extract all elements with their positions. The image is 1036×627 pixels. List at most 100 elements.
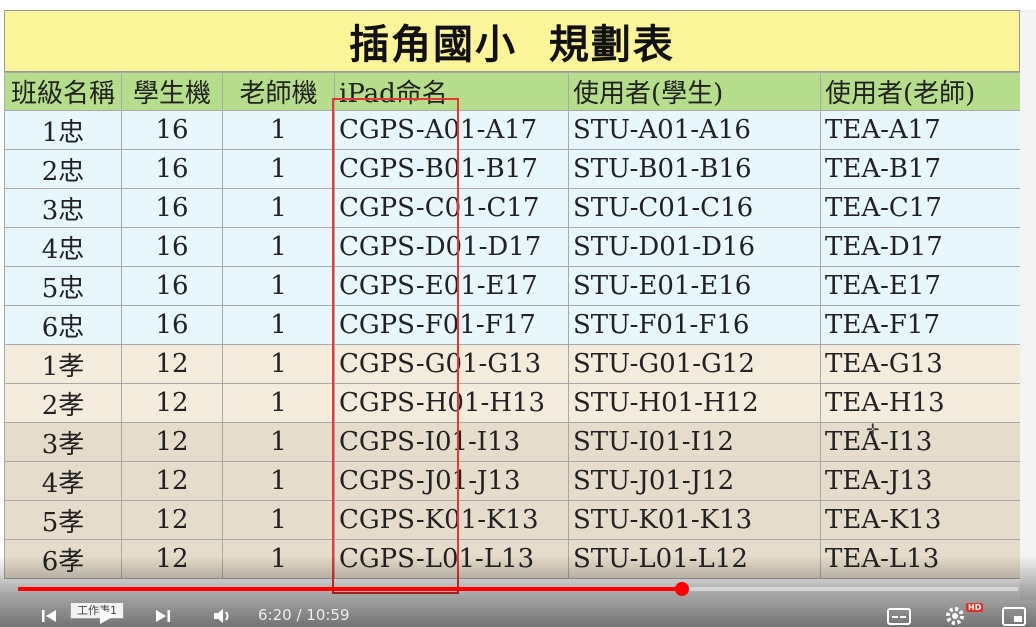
cell-class-name[interactable]: 5孝 [4, 500, 122, 540]
header-teacher-devices[interactable]: 老師機 [222, 72, 335, 111]
next-icon [156, 609, 170, 622]
cell-student-devices[interactable]: 16 [121, 266, 223, 306]
play-button[interactable] [92, 604, 120, 627]
cell-teacher-devices[interactable]: 1 [222, 383, 335, 423]
table-row: 5孝 12 1 CGPS-K01-K13 STU-K01-K13 TEA-K13 [4, 500, 1021, 540]
settings-icon [946, 606, 964, 625]
cell-teacher-devices[interactable]: 1 [222, 305, 335, 345]
cell-teacher-devices[interactable]: 1 [222, 110, 335, 150]
player-controls [0, 604, 1036, 627]
cell-teacher-devices[interactable]: 1 [222, 461, 335, 501]
header-ipad-naming[interactable]: iPad命名 [334, 72, 569, 111]
cell-student-devices[interactable]: 12 [121, 500, 223, 540]
cell-student-user[interactable]: STU-B01-B16 [568, 149, 821, 189]
cell-student-user[interactable]: STU-G01-G12 [568, 344, 821, 384]
cell-student-user[interactable]: STU-J01-J12 [568, 461, 821, 501]
cell-student-devices[interactable]: 16 [121, 227, 223, 267]
volume-icon [214, 608, 229, 623]
cell-teacher-devices[interactable]: 1 [222, 500, 335, 540]
cell-student-devices[interactable]: 12 [121, 383, 223, 423]
cell-teacher-devices[interactable]: 1 [222, 149, 335, 189]
cell-class-name[interactable]: 3孝 [4, 422, 122, 462]
cell-student-user[interactable]: STU-A01-A16 [568, 110, 821, 150]
cell-teacher-user[interactable]: TEA-B17 [820, 149, 1021, 189]
cell-student-devices[interactable]: 16 [121, 110, 223, 150]
previous-button[interactable] [36, 604, 62, 627]
cell-ipad-naming[interactable]: CGPS-J01-J13 [334, 461, 569, 501]
cell-class-name[interactable]: 4孝 [4, 461, 122, 501]
cell-teacher-user[interactable]: TEA-E17 [820, 266, 1021, 306]
plan-table: 班級名稱 學生機 老師機 iPad命名 使用者(學生) 使用者(老師) 1忠 16… [4, 72, 1021, 579]
cell-ipad-naming[interactable]: CGPS-A01-A17 [334, 110, 569, 150]
cell-ipad-naming[interactable]: CGPS-D01-D17 [334, 227, 569, 267]
cell-class-name[interactable]: 1忠 [4, 110, 122, 150]
cell-teacher-user[interactable]: TEA-H13 [820, 383, 1021, 423]
cell-class-name[interactable]: 5忠 [4, 266, 122, 306]
cell-student-devices[interactable]: 12 [121, 422, 223, 462]
cell-student-user[interactable]: STU-F01-F16 [568, 305, 821, 345]
cell-teacher-user[interactable]: TEA-J13 [820, 461, 1021, 501]
cell-student-user[interactable]: STU-C01-C16 [568, 188, 821, 228]
cell-student-user[interactable]: STU-H01-H12 [568, 383, 821, 423]
header-student-devices[interactable]: 學生機 [121, 72, 223, 111]
spreadsheet-view: 插角國小 規劃表 班級名稱 學生機 老師機 iPad命名 使用者(學生) 使用者… [0, 0, 1036, 627]
cell-student-user[interactable]: STU-D01-D16 [568, 227, 821, 267]
next-button[interactable] [150, 604, 176, 627]
cell-ipad-naming[interactable]: CGPS-C01-C17 [334, 188, 569, 228]
play-icon [100, 607, 114, 624]
cell-ipad-naming[interactable]: CGPS-K01-K13 [334, 500, 569, 540]
cell-student-devices[interactable]: 12 [121, 344, 223, 384]
cell-class-name[interactable]: 1孝 [4, 344, 122, 384]
cell-ipad-naming[interactable]: CGPS-E01-E17 [334, 266, 569, 306]
cell-class-name[interactable]: 4忠 [4, 227, 122, 267]
cell-student-devices[interactable]: 16 [121, 149, 223, 189]
cell-class-name[interactable]: 2孝 [4, 383, 122, 423]
cell-teacher-devices[interactable]: 1 [222, 266, 335, 306]
cell-ipad-naming[interactable]: CGPS-B01-B17 [334, 149, 569, 189]
previous-icon [42, 609, 56, 622]
cell-teacher-devices[interactable]: 1 [222, 188, 335, 228]
cell-class-name[interactable]: 3忠 [4, 188, 122, 228]
table-row: 4忠 16 1 CGPS-D01-D17 STU-D01-D16 TEA-D17 [4, 227, 1021, 267]
cell-teacher-user[interactable]: TEA-C17 [820, 188, 1021, 228]
cell-teacher-user[interactable]: TEA-D17 [820, 227, 1021, 267]
cell-student-devices[interactable]: 12 [121, 461, 223, 501]
title-banner: 插角國小 規劃表 [4, 10, 1020, 72]
table-body: 1忠 16 1 CGPS-A01-A17 STU-A01-A16 TEA-A17 2忠 16 1… [4, 110, 1021, 579]
cell-ipad-naming[interactable]: CGPS-F01-F17 [334, 305, 569, 345]
subtitles-button[interactable] [884, 604, 914, 627]
cell-teacher-user[interactable]: TEA-G13 [820, 344, 1021, 384]
table-row: 6忠 16 1 CGPS-F01-F17 STU-F01-F16 TEA-F17 [4, 305, 1021, 345]
cell-student-user[interactable]: STU-E01-E16 [568, 266, 821, 306]
cell-teacher-user[interactable]: TEA-A17 [820, 110, 1021, 150]
table-row: 1忠 16 1 CGPS-A01-A17 STU-A01-A16 TEA-A17 [4, 110, 1021, 150]
cell-ipad-naming[interactable]: CGPS-I01-I13 [334, 422, 569, 462]
cell-teacher-user[interactable]: TEA-F17 [820, 305, 1021, 345]
volume-button[interactable] [208, 604, 238, 627]
header-student-user[interactable]: 使用者(學生) [568, 72, 821, 111]
header-class-name[interactable]: 班級名稱 [4, 72, 122, 111]
progress-played [18, 587, 682, 591]
progress-bar[interactable] [18, 582, 1018, 596]
cell-teacher-user[interactable]: TEA-K13 [820, 500, 1021, 540]
miniplayer-button[interactable] [998, 604, 1030, 627]
progress-scrubber-handle[interactable] [675, 582, 689, 596]
cell-class-name[interactable]: 2忠 [4, 149, 122, 189]
cell-ipad-naming[interactable]: CGPS-H01-H13 [334, 383, 569, 423]
cell-teacher-devices[interactable]: 1 [222, 422, 335, 462]
cell-ipad-naming[interactable]: CGPS-G01-G13 [334, 344, 569, 384]
table-row: 3忠 16 1 CGPS-C01-C17 STU-C01-C16 TEA-C17 [4, 188, 1021, 228]
cell-student-user[interactable]: STU-I01-I12 [568, 422, 821, 462]
cell-class-name[interactable]: 6忠 [4, 305, 122, 345]
cell-student-devices[interactable]: 16 [121, 188, 223, 228]
cell-student-devices[interactable]: 16 [121, 305, 223, 345]
cell-teacher-user[interactable]: TEA-I13 [820, 422, 1021, 462]
page-title: 插角國小 規劃表 [349, 22, 675, 68]
cell-teacher-devices[interactable]: 1 [222, 344, 335, 384]
cell-teacher-devices[interactable]: 1 [222, 227, 335, 267]
subtitles-icon [887, 607, 911, 625]
cell-student-user[interactable]: STU-K01-K13 [568, 500, 821, 540]
header-teacher-user[interactable]: 使用者(老師) [820, 72, 1021, 111]
cell-cursor-icon: ✛ [866, 420, 880, 439]
time-display: 6:20 / 10:59 [258, 606, 350, 624]
